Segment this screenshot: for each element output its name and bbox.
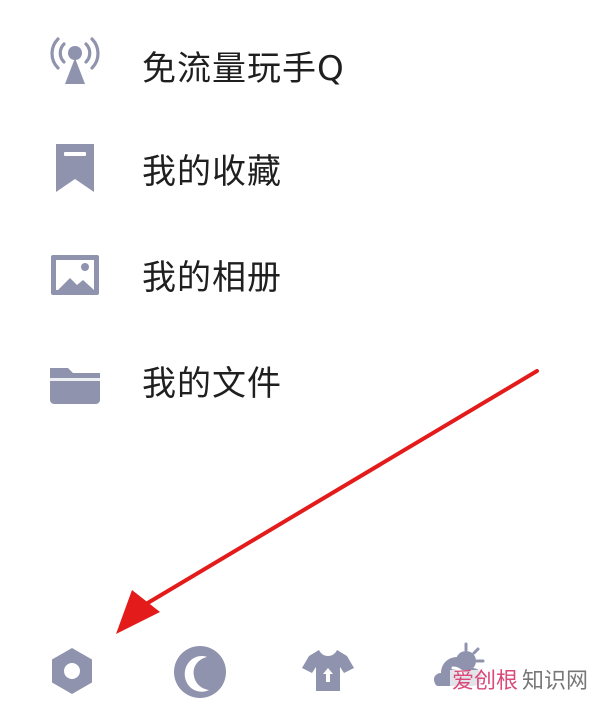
watermark: 爱创根 知识网 (449, 669, 590, 694)
watermark-right-text: 知识网 (521, 669, 588, 694)
menu-label-album: 我的相册 (142, 258, 282, 298)
menu-item-files[interactable]: 我的文件 (0, 340, 600, 430)
image-icon (46, 247, 104, 305)
signal-tower-icon (46, 32, 104, 90)
settings-icon[interactable] (40, 642, 104, 706)
menu-item-free-data[interactable]: 免流量玩手Q (0, 22, 600, 112)
night-mode-icon[interactable] (168, 640, 232, 704)
menu-item-album[interactable]: 我的相册 (0, 234, 600, 324)
dress-up-icon[interactable] (296, 638, 360, 702)
menu-label-favorites: 我的收藏 (142, 152, 282, 192)
menu-label-files: 我的文件 (142, 364, 282, 404)
menu-label-free-data: 免流量玩手Q (142, 49, 345, 89)
folder-icon (46, 354, 104, 412)
menu-item-favorites[interactable]: 我的收藏 (0, 128, 600, 218)
bookmark-icon (46, 140, 104, 198)
watermark-left-text: 爱创根 (451, 669, 518, 694)
